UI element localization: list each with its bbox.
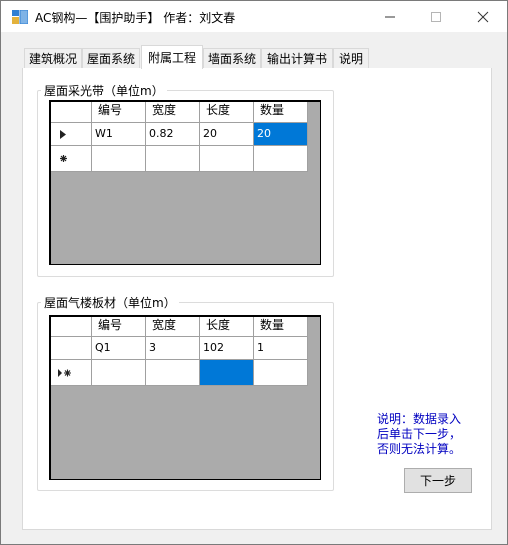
column-header-id[interactable]: 编号	[92, 102, 146, 123]
new-cell-quantity[interactable]	[254, 146, 308, 172]
minimize-button[interactable]	[367, 2, 413, 32]
window-title: AC钢构—【围护助手】 作者：刘文春	[35, 11, 236, 25]
cell-width[interactable]: 0.82	[146, 123, 200, 146]
title-bar[interactable]: AC钢构—【围护助手】 作者：刘文春	[1, 1, 507, 32]
cell-length[interactable]: 20	[200, 123, 254, 146]
close-icon	[477, 11, 489, 23]
new-cell-length[interactable]	[200, 146, 254, 172]
vent-grid[interactable]: 编号 宽度 长度 数量 Q1 3 102 1	[49, 315, 321, 480]
row-header-new[interactable]	[51, 146, 92, 172]
column-header-quantity[interactable]: 数量	[254, 102, 308, 123]
skylight-group-title: 屋面采光带（单位m）	[41, 82, 167, 99]
column-header-quantity[interactable]: 数量	[254, 317, 308, 337]
cell-id[interactable]: Q1	[92, 337, 146, 360]
new-cell-width[interactable]	[146, 146, 200, 172]
note-line: 否则无法计算。	[377, 442, 462, 456]
row-header[interactable]	[51, 337, 92, 360]
grid-corner	[51, 102, 92, 123]
note-line: 说明：数据录入	[377, 412, 462, 426]
tab-roof-system[interactable]: 屋面系统	[82, 48, 140, 69]
row-header-new-current[interactable]	[51, 360, 92, 386]
tab-notes[interactable]: 说明	[333, 48, 369, 69]
cell-length[interactable]: 102	[200, 337, 254, 360]
cell-quantity[interactable]: 1	[254, 337, 308, 360]
tab-building-overview[interactable]: 建筑概况	[24, 48, 82, 69]
column-header-id[interactable]: 编号	[92, 317, 146, 337]
maximize-icon	[431, 12, 441, 22]
new-cell-length-selected[interactable]	[200, 360, 254, 386]
app-icon	[12, 10, 28, 24]
tab-output-report[interactable]: 输出计算书	[261, 48, 333, 69]
tab-accessories[interactable]: 附属工程	[141, 45, 203, 69]
instruction-note: 说明：数据录入 后单击下一步， 否则无法计算。	[377, 412, 477, 457]
minimize-icon	[385, 16, 395, 18]
skylight-grid[interactable]: 编号 宽度 长度 数量 W1 0.82 20 20	[49, 100, 321, 265]
column-header-width[interactable]: 宽度	[146, 317, 200, 337]
cell-width[interactable]: 3	[146, 337, 200, 360]
new-row-icon	[59, 155, 67, 162]
current-new-row-icon	[58, 368, 71, 377]
current-row-icon	[60, 129, 66, 139]
tab-wall-system[interactable]: 墙面系统	[203, 48, 261, 69]
new-cell-id[interactable]	[92, 360, 146, 386]
next-step-button[interactable]: 下一步	[404, 468, 472, 493]
column-header-length[interactable]: 长度	[200, 102, 254, 123]
maximize-button[interactable]	[413, 2, 459, 32]
new-cell-width[interactable]	[146, 360, 200, 386]
close-button[interactable]	[460, 2, 506, 32]
new-cell-quantity[interactable]	[254, 360, 308, 386]
note-line: 后单击下一步，	[377, 427, 462, 441]
cell-quantity-selected[interactable]: 20	[254, 123, 308, 146]
vent-group-title: 屋面气楼板材（单位m）	[41, 294, 179, 311]
row-header-current[interactable]	[51, 123, 92, 146]
column-header-width[interactable]: 宽度	[146, 102, 200, 123]
grid-corner	[51, 317, 92, 337]
column-header-length[interactable]: 长度	[200, 317, 254, 337]
new-cell-id[interactable]	[92, 146, 146, 172]
cell-id[interactable]: W1	[92, 123, 146, 146]
